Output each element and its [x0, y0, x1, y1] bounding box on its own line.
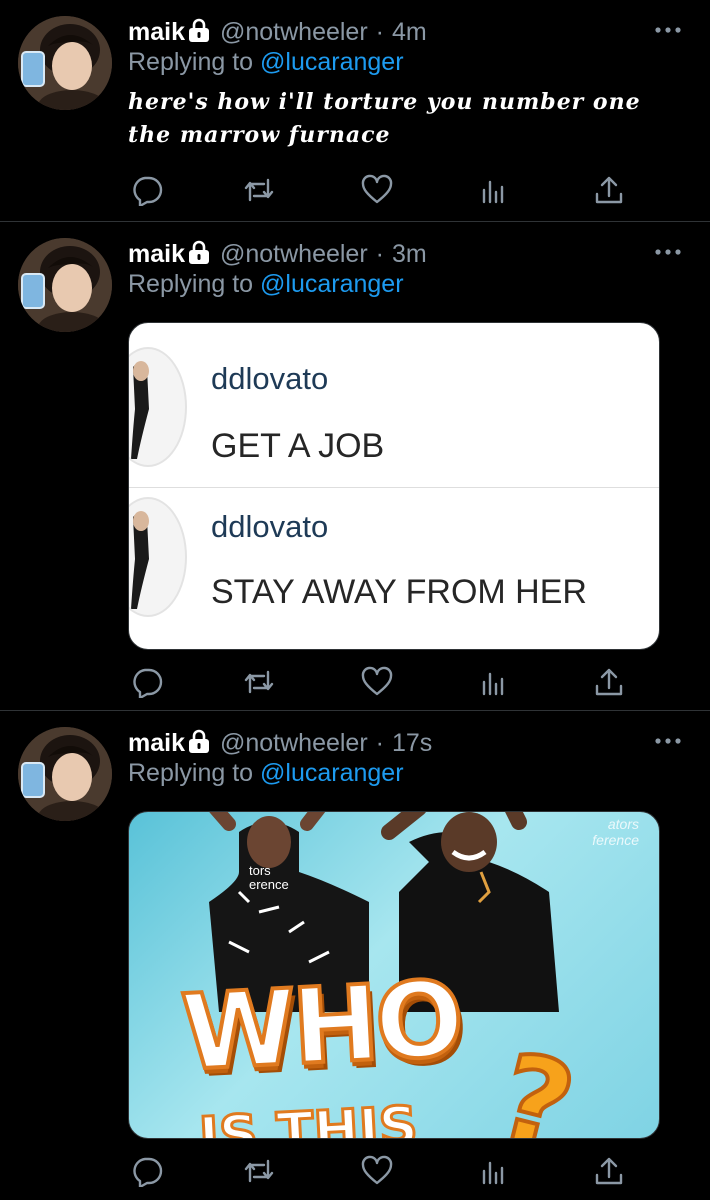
- comment-text: GET A JOB: [211, 427, 385, 465]
- retweet-icon: [244, 178, 274, 202]
- lock-icon: [188, 728, 210, 754]
- reply-icon: [133, 1157, 163, 1189]
- share-icon: [595, 1157, 623, 1185]
- tweet-header: maik @notwheeler · 4m: [128, 16, 427, 48]
- share-button[interactable]: [592, 174, 626, 206]
- share-icon: [595, 176, 623, 204]
- share-icon: [595, 668, 623, 696]
- share-button[interactable]: [592, 666, 626, 698]
- display-name[interactable]: maik: [128, 240, 185, 269]
- comment-row: ddlovato GET A JOB: [129, 323, 659, 488]
- like-button[interactable]: [360, 1155, 394, 1187]
- like-button[interactable]: [360, 666, 394, 698]
- display-name[interactable]: maik: [128, 729, 185, 758]
- separator: ·: [375, 239, 384, 268]
- tweet-header: maik @notwheeler · 17s: [128, 727, 432, 759]
- heart-icon: [361, 1155, 393, 1185]
- tweet[interactable]: maik @notwheeler · 17s Replying to @luca…: [0, 711, 710, 1200]
- comment-username: ddlovato: [211, 509, 329, 544]
- action-bar: [128, 1155, 628, 1189]
- user-handle[interactable]: @notwheeler: [220, 729, 368, 758]
- more-icon[interactable]: [654, 22, 682, 33]
- stats-icon: [482, 180, 504, 204]
- timestamp[interactable]: 3m: [392, 240, 427, 269]
- share-button[interactable]: [592, 1155, 626, 1187]
- avatar[interactable]: [18, 238, 112, 332]
- lock-icon: [188, 239, 210, 265]
- reply-prefix: Replying to: [128, 759, 261, 787]
- stats-button[interactable]: [476, 666, 510, 698]
- mention-link[interactable]: @lucaranger: [260, 759, 404, 787]
- comment-avatar: [129, 497, 187, 617]
- comment-username: ddlovato: [211, 361, 329, 396]
- timestamp[interactable]: 17s: [392, 729, 432, 758]
- reply-icon: [133, 176, 163, 208]
- reply-button[interactable]: [130, 666, 164, 700]
- meme-sign-text: ators ference: [592, 816, 639, 848]
- stats-button[interactable]: [476, 1155, 510, 1187]
- retweet-button[interactable]: [242, 174, 276, 206]
- mention-link[interactable]: @lucaranger: [260, 270, 404, 298]
- tweet[interactable]: maik @notwheeler · 3m Replying to @lucar…: [0, 222, 710, 711]
- stats-button[interactable]: [476, 174, 510, 206]
- lock-icon: [188, 17, 210, 43]
- tweet-image[interactable]: ators ference tors erence WHO IS THIS ?: [128, 811, 660, 1139]
- replying-to: Replying to @lucaranger: [128, 270, 404, 299]
- meme-title: WHO: [177, 956, 465, 1096]
- user-handle[interactable]: @notwheeler: [220, 240, 368, 269]
- reply-prefix: Replying to: [128, 270, 261, 298]
- replying-to: Replying to @lucaranger: [128, 48, 404, 77]
- comment-avatar: [129, 347, 187, 467]
- reply-button[interactable]: [130, 174, 164, 208]
- action-bar: [128, 174, 628, 208]
- reply-icon: [133, 668, 163, 700]
- avatar[interactable]: [18, 16, 112, 110]
- reply-button[interactable]: [130, 1155, 164, 1189]
- stats-icon: [482, 672, 504, 696]
- timestamp[interactable]: 4m: [392, 18, 427, 47]
- action-bar: [128, 666, 628, 700]
- retweet-button[interactable]: [242, 1155, 276, 1187]
- like-button[interactable]: [360, 174, 394, 206]
- more-icon[interactable]: [654, 733, 682, 744]
- heart-icon: [361, 666, 393, 696]
- stats-icon: [482, 1161, 504, 1185]
- tweet-image[interactable]: ddlovato GET A JOB ddlovato STAY AWAY FR…: [128, 322, 660, 650]
- retweet-icon: [244, 670, 274, 694]
- retweet-icon: [244, 1159, 274, 1183]
- user-handle[interactable]: @notwheeler: [220, 18, 368, 47]
- reply-prefix: Replying to: [128, 48, 261, 76]
- tweet-header: maik @notwheeler · 3m: [128, 238, 427, 270]
- avatar[interactable]: [18, 727, 112, 821]
- replying-to: Replying to @lucaranger: [128, 759, 404, 788]
- separator: ·: [375, 728, 384, 757]
- retweet-button[interactable]: [242, 666, 276, 698]
- tweet[interactable]: maik @notwheeler · 4m Replying to @lucar…: [0, 0, 710, 222]
- meme-shirt-text: tors erence: [249, 863, 289, 892]
- comment-text: STAY AWAY FROM HER: [211, 573, 587, 611]
- separator: ·: [375, 17, 384, 46]
- tweet-text: here's how i'll torture you number one t…: [128, 89, 641, 148]
- display-name[interactable]: maik: [128, 18, 185, 47]
- heart-icon: [361, 174, 393, 204]
- more-icon[interactable]: [654, 244, 682, 255]
- mention-link[interactable]: @lucaranger: [260, 48, 404, 76]
- comment-row: ddlovato STAY AWAY FROM HER: [129, 487, 659, 649]
